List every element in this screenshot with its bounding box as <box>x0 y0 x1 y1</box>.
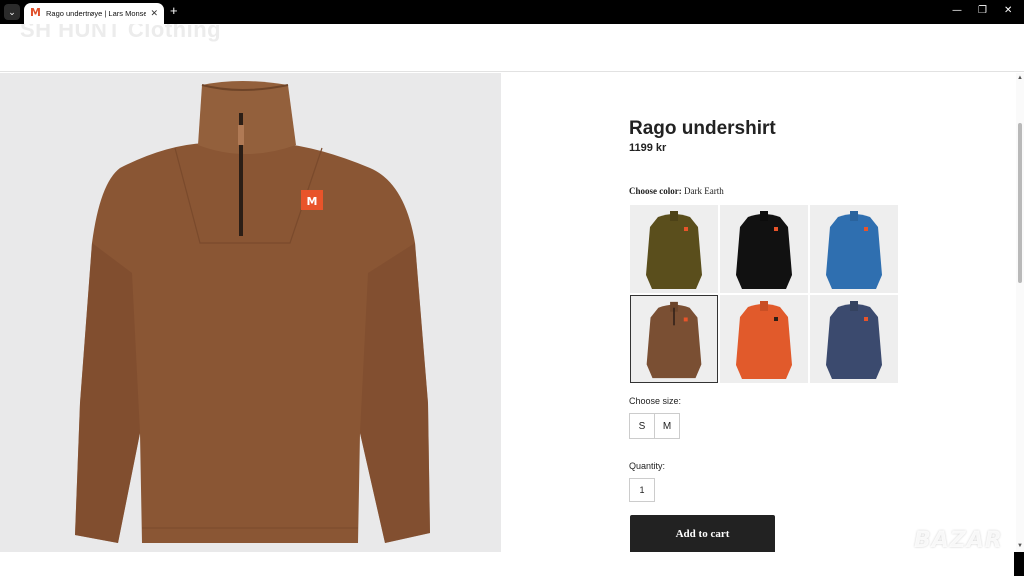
scroll-thumb[interactable] <box>1018 123 1022 283</box>
color-label: Choose color: Dark Earth <box>629 186 724 196</box>
browser-tab-bar: ⌄ Rago undertrøye | Lars Monsen ✕ + — ❐ … <box>0 0 1024 24</box>
size-s-button[interactable]: S <box>629 413 655 439</box>
product-price: 1199 kr <box>629 142 667 154</box>
quantity-input[interactable]: 1 <box>629 478 655 502</box>
size-m-button[interactable]: M <box>654 413 680 439</box>
swatch-dark-earth[interactable] <box>630 295 718 383</box>
tab-close-icon[interactable]: ✕ <box>150 8 158 19</box>
swatch-dark-earth-image <box>646 301 702 379</box>
restore-icon[interactable]: ❐ <box>978 5 987 16</box>
bottom-page-strip <box>0 552 1014 576</box>
add-to-cart-button[interactable]: Add to cart <box>630 515 775 552</box>
swatch-navy-image <box>826 301 882 379</box>
scroll-up-icon[interactable]: ▲ <box>1017 75 1023 81</box>
scroll-down-icon[interactable]: ▼ <box>1017 543 1023 549</box>
site-logo[interactable]: SH HUNT Clothing <box>20 24 221 43</box>
swatch-blue[interactable] <box>810 205 898 293</box>
size-label: Choose size: <box>629 396 682 406</box>
product-title: Rago undershirt <box>629 118 776 139</box>
swatch-olive[interactable] <box>630 205 718 293</box>
color-label-text: Choose color: <box>629 186 682 196</box>
swatch-black-image <box>736 211 792 289</box>
quantity-label: Quantity: <box>629 461 666 471</box>
web-page: SH HUNT Clothing M Rago undershirt 1199 … <box>0 24 1024 552</box>
color-value: Dark Earth <box>684 186 724 196</box>
tab-menu-icon[interactable]: ⌄ <box>4 4 20 20</box>
svg-text:M: M <box>307 195 318 208</box>
new-tab-icon[interactable]: + <box>170 4 178 18</box>
window-close-icon[interactable]: ✕ <box>1004 5 1012 16</box>
minimize-icon[interactable]: — <box>952 5 962 16</box>
shirt-illustration: M <box>75 81 430 543</box>
product-hero-image: M <box>0 73 501 552</box>
browser-tab[interactable]: Rago undertrøye | Lars Monsen ✕ <box>24 3 164 24</box>
color-swatch-grid <box>629 205 899 383</box>
site-favicon-icon <box>30 6 41 19</box>
swatch-orange[interactable] <box>720 295 808 383</box>
page-scrollbar[interactable]: ▲ ▼ <box>1016 73 1024 552</box>
swatch-navy[interactable] <box>810 295 898 383</box>
swatch-black[interactable] <box>720 205 808 293</box>
swatch-olive-image <box>646 211 702 289</box>
bazar-watermark: BAZAR <box>914 528 1003 553</box>
site-header: SH HUNT Clothing <box>0 24 1024 72</box>
swatch-blue-image <box>826 211 882 289</box>
tab-title: Rago undertrøye | Lars Monsen <box>46 9 147 18</box>
swatch-orange-image <box>736 301 792 379</box>
